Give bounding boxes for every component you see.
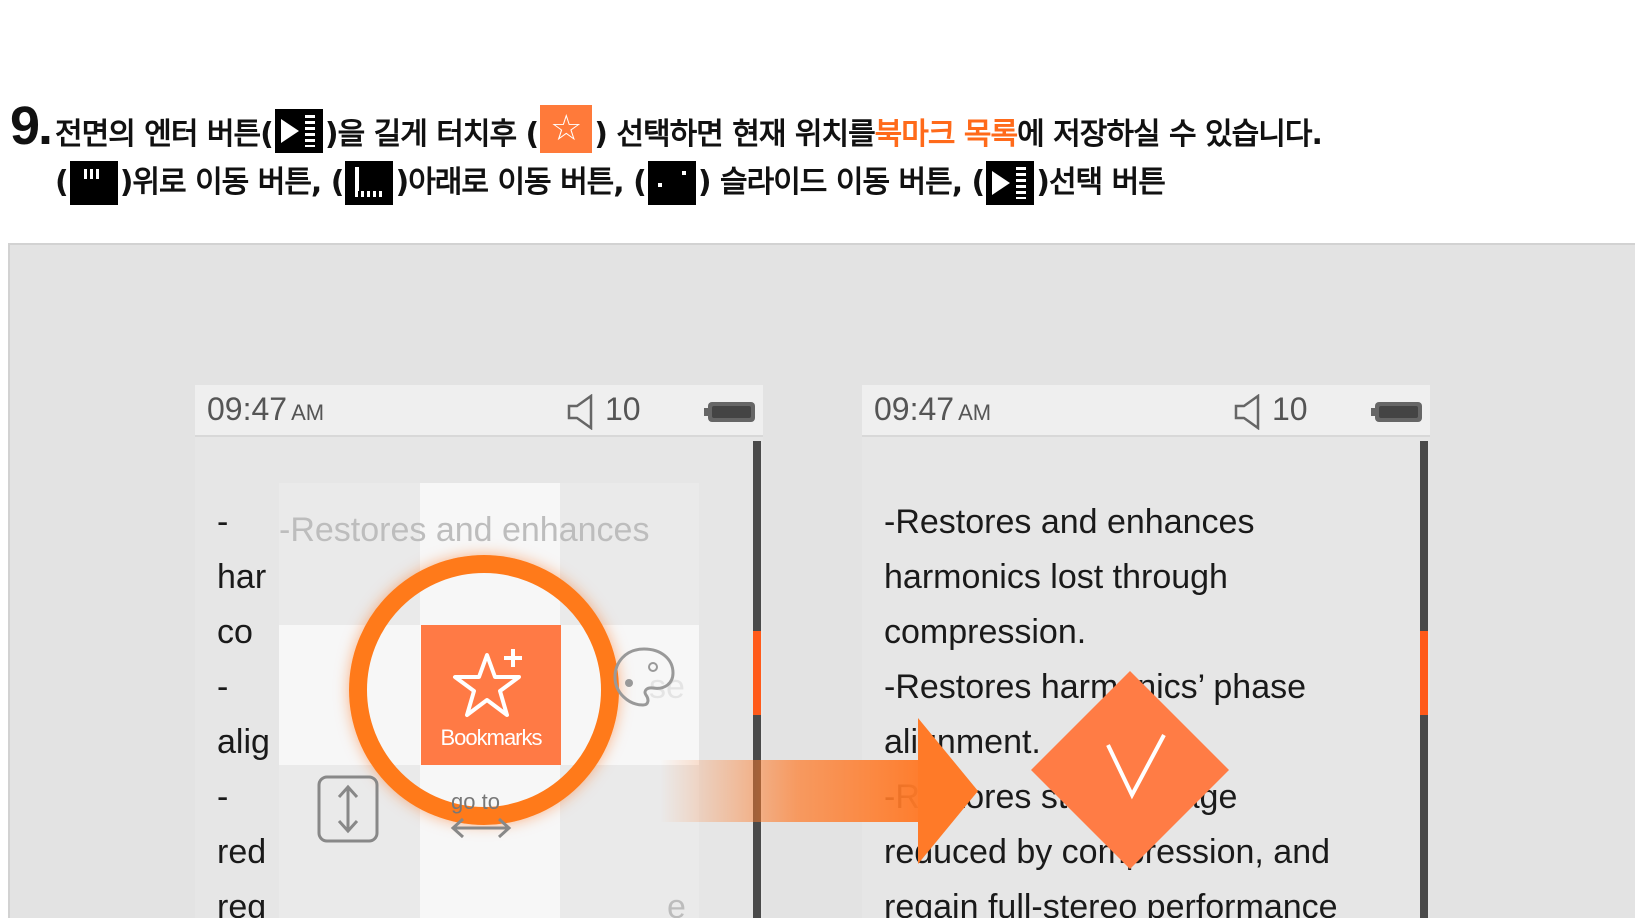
instruction-text: ) 슬라이드 이동 버튼, ( xyxy=(697,165,985,201)
instruction-line-1: 9. 전면의 엔터 버튼( )을 길게 터치후 ( ☆ ) 선택하면 현재 위치… xyxy=(10,95,1630,153)
status-bar: 09:47 AM 10 xyxy=(862,385,1430,437)
scroll-thumb[interactable] xyxy=(753,631,761,715)
speaker-icon xyxy=(1234,394,1260,430)
ghost-text: -Restores and enhances xyxy=(279,511,650,549)
reader-line: harmonics lost through xyxy=(884,558,1228,596)
device-screen-before: 09:47AM 10 - har co -se alig - red rege … xyxy=(195,385,763,918)
instruction-text: )위로 이동 버튼, ( xyxy=(119,165,345,201)
speaker-icon xyxy=(567,394,593,430)
transition-arrow xyxy=(660,760,935,822)
scrollbar[interactable] xyxy=(753,441,761,918)
instruction-block: 9. 전면의 엔터 버튼( )을 길게 터치후 ( ☆ ) 선택하면 현재 위치… xyxy=(10,95,1630,213)
bookmark-star-icon: ☆ xyxy=(540,105,593,153)
instruction-text: )을 길게 터치후 ( xyxy=(324,116,539,152)
scroll-icon[interactable] xyxy=(315,773,381,845)
down-button-icon xyxy=(345,161,394,205)
volume-level: 10 xyxy=(605,391,641,427)
slide-button-icon xyxy=(647,161,696,205)
instruction-line-2: ( )위로 이동 버튼, ( )아래로 이동 버튼, ( ) 슬라이드 이동 버… xyxy=(55,153,1630,213)
reader-line: -Restores and enhances xyxy=(884,503,1255,541)
enter-button-icon xyxy=(274,109,323,153)
goto-label: go to xyxy=(451,789,500,814)
bookmark-list-highlight: 북마크 목록 xyxy=(874,116,1018,152)
reader-line: regain full-stereo performance xyxy=(884,888,1338,918)
up-button-icon xyxy=(69,161,118,205)
checkmark-icon xyxy=(1106,734,1166,800)
transition-arrow-head xyxy=(918,718,978,864)
instruction-text: 전면의 엔터 버튼( xyxy=(55,116,274,152)
status-bar: 09:47 AM 10 xyxy=(195,385,763,437)
palette-icon[interactable] xyxy=(609,643,679,713)
long-press-menu: -Restores and enhances Bookmarks go to xyxy=(279,483,699,918)
scrollbar[interactable] xyxy=(1420,441,1428,918)
selection-ring xyxy=(349,555,619,825)
status-time: 09:47 AM xyxy=(207,391,325,427)
instruction-text: 에 저장하실 수 있습니다. xyxy=(1017,116,1323,152)
step-number: 9. xyxy=(10,96,53,156)
instruction-text: ) 선택하면 현재 위치를 xyxy=(594,116,875,152)
reader-line: compression. xyxy=(884,613,1087,651)
scroll-thumb[interactable] xyxy=(1420,631,1428,715)
battery-icon xyxy=(1371,402,1422,422)
instruction-text: )아래로 이동 버튼, ( xyxy=(395,165,646,201)
select-button-icon xyxy=(986,161,1035,205)
status-time: 09:47 AM xyxy=(874,391,992,427)
volume-level: 10 xyxy=(1272,391,1308,427)
instruction-text: ( xyxy=(55,165,69,201)
goto-arrow-icon[interactable] xyxy=(449,813,513,843)
battery-icon xyxy=(704,402,755,422)
instruction-text: )선택 버튼 xyxy=(1036,165,1166,201)
